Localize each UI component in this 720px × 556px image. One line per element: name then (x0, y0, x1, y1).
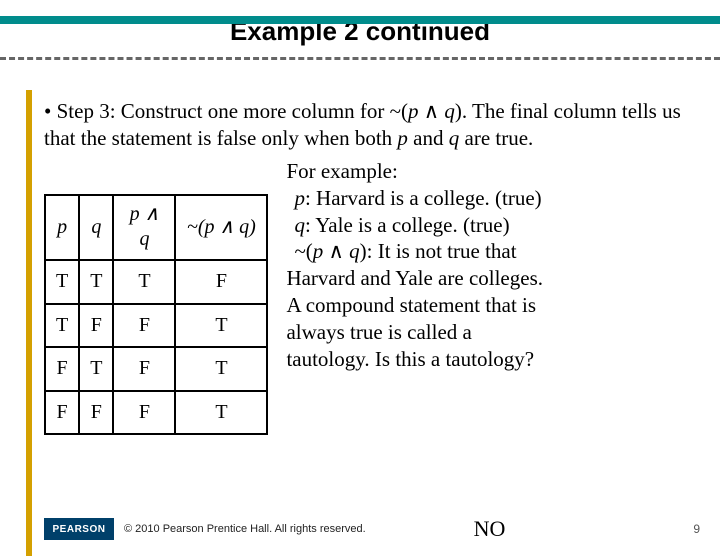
answer-no: NO (286, 516, 694, 542)
for-example: For example: (286, 158, 543, 185)
cell: F (113, 304, 175, 348)
table-header-row: p q p ∧ q ~(p ∧ q) (45, 195, 267, 260)
wedge-1: ∧ (424, 99, 439, 123)
cell: T (113, 260, 175, 304)
var-p2: p (397, 126, 408, 150)
cell: T (79, 347, 113, 391)
p-label: p (294, 186, 305, 210)
neg-wedge: ∧ (329, 239, 344, 263)
q-example-line: q: Yale is a college. (true) (286, 212, 543, 239)
step-tail: are true. (459, 126, 533, 150)
header-q: q (79, 195, 113, 260)
cell: F (79, 391, 113, 435)
pearson-logo: PEARSON (44, 518, 114, 540)
q-label: q (294, 213, 305, 237)
table-row: F T F T (45, 347, 267, 391)
cell: F (113, 347, 175, 391)
var-q2: q (449, 126, 460, 150)
cell: F (79, 304, 113, 348)
step-label: Step 3: (57, 99, 116, 123)
cell: T (175, 304, 267, 348)
table-row: T T T F (45, 260, 267, 304)
neg-prefix: ~( (294, 239, 312, 263)
cell: T (79, 260, 113, 304)
bullet: • (44, 99, 51, 123)
cell: F (175, 260, 267, 304)
content-area: • Step 3: Construct one more column for … (44, 98, 700, 435)
neg-suffix: ): It is not true that (360, 239, 517, 263)
body-row: p q p ∧ q ~(p ∧ q) T T T F T F F T F T F (44, 158, 700, 436)
tautology-line-2: always true is called a (286, 319, 543, 346)
p-example-text: : Harvard is a college. (true) (305, 186, 542, 210)
header-pq: p ∧ q (113, 195, 175, 260)
var-p: p (408, 99, 419, 123)
neg-q: q (349, 239, 360, 263)
step-paragraph: • Step 3: Construct one more column for … (44, 98, 700, 152)
right-text-block: For example: p: Harvard is a college. (t… (286, 158, 543, 373)
cell: F (45, 347, 79, 391)
table-row: F F F T (45, 391, 267, 435)
tautology-line-1: A compound statement that is (286, 292, 543, 319)
neg-line-1: ~(p ∧ q): It is not true that (286, 238, 543, 265)
p-example-line: p: Harvard is a college. (true) (286, 185, 543, 212)
header-not-pq: ~(p ∧ q) (175, 195, 267, 260)
neg-line-2: Harvard and Yale are colleges. (286, 265, 543, 292)
page-number: 9 (693, 522, 700, 536)
table-row: T F F T (45, 304, 267, 348)
neg-p: p (313, 239, 324, 263)
step-text-1: Construct one more column for ~( (121, 99, 408, 123)
footer: PEARSON © 2010 Pearson Prentice Hall. Al… (44, 516, 700, 542)
cell: F (113, 391, 175, 435)
cell: T (45, 260, 79, 304)
var-q: q (444, 99, 455, 123)
top-border (0, 16, 720, 24)
header-p: p (45, 195, 79, 260)
cell: T (175, 347, 267, 391)
truth-table: p q p ∧ q ~(p ∧ q) T T T F T F F T F T F (44, 194, 268, 436)
tautology-line-3: tautology. Is this a tautology? (286, 346, 543, 373)
and-word: and (408, 126, 449, 150)
cell: T (175, 391, 267, 435)
q-example-text: : Yale is a college. (true) (305, 213, 510, 237)
cell: F (45, 391, 79, 435)
divider (0, 57, 720, 60)
accent-bar (26, 90, 32, 556)
cell: T (45, 304, 79, 348)
